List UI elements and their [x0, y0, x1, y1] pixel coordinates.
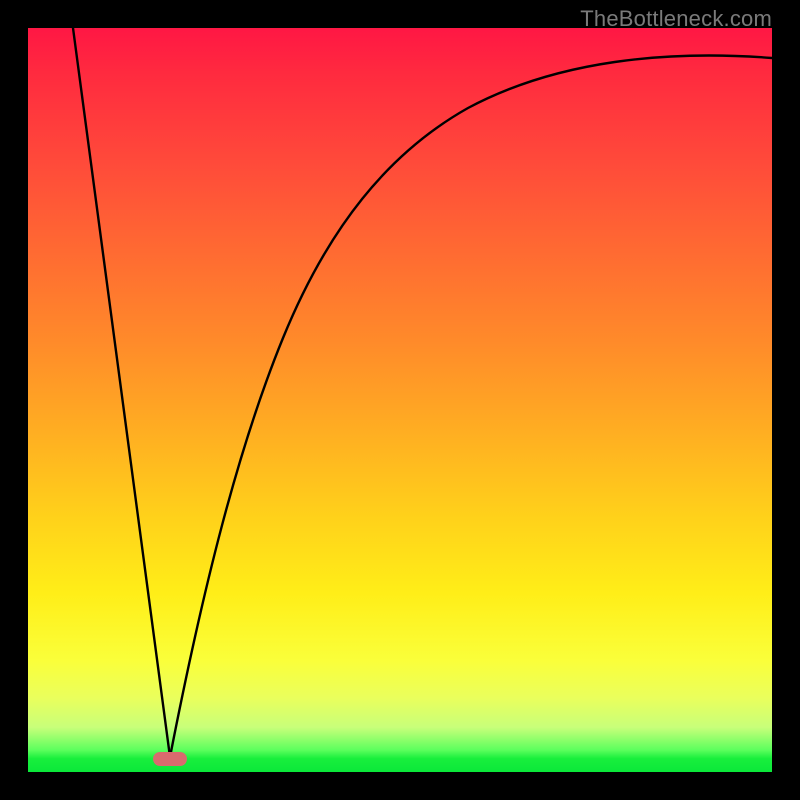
plot-area: [28, 28, 772, 772]
curve-left-branch: [73, 28, 170, 757]
chart-frame: TheBottleneck.com: [0, 0, 800, 800]
bottleneck-curve: [28, 28, 772, 772]
optimum-marker: [153, 752, 187, 766]
curve-right-branch: [170, 56, 772, 757]
watermark-text: TheBottleneck.com: [580, 6, 772, 32]
